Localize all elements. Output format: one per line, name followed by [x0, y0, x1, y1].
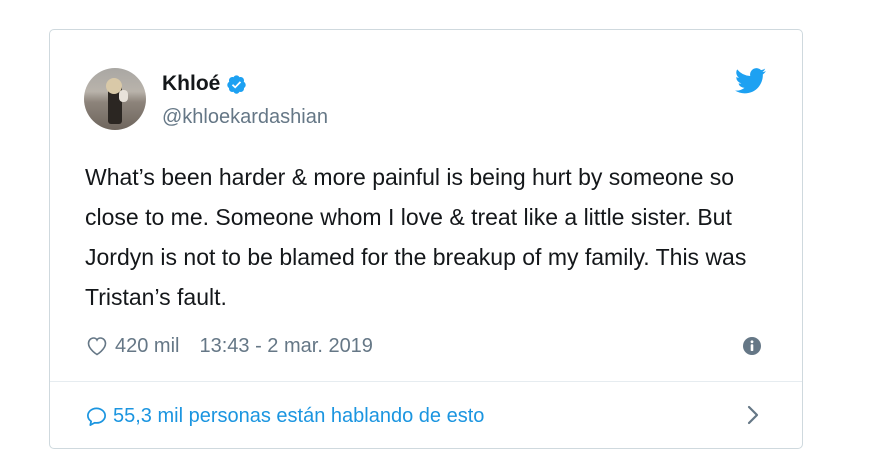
conversation-link-label[interactable]: 55,3 mil personas están hablando de esto — [113, 405, 484, 428]
speech-bubble-icon — [87, 406, 106, 426]
verified-badge-icon — [227, 74, 247, 94]
timestamp[interactable]: 13:43 - 2 mar. 2019 — [199, 335, 372, 358]
divider — [50, 381, 802, 382]
conversation-link[interactable]: 55,3 mil personas están hablando de esto — [85, 402, 484, 430]
heart-icon[interactable] — [85, 334, 109, 358]
info-icon[interactable] — [742, 336, 762, 356]
chevron-right-icon[interactable] — [746, 403, 760, 427]
author-name[interactable]: Khloé — [162, 71, 220, 97]
tweet-card[interactable]: Khloé @khloekardashian What’s been harde… — [49, 29, 803, 449]
avatar[interactable] — [84, 68, 146, 130]
author-handle[interactable]: @khloekardashian — [162, 104, 328, 130]
author-row[interactable]: Khloé — [162, 71, 247, 97]
tweet-meta: 420 mil 13:43 - 2 mar. 2019 — [85, 332, 373, 360]
like-count[interactable]: 420 mil — [115, 335, 179, 358]
avatar-child — [119, 90, 128, 102]
twitter-bird-icon[interactable] — [735, 68, 766, 94]
tweet-text: What’s been harder & more painful is bei… — [85, 164, 747, 310]
